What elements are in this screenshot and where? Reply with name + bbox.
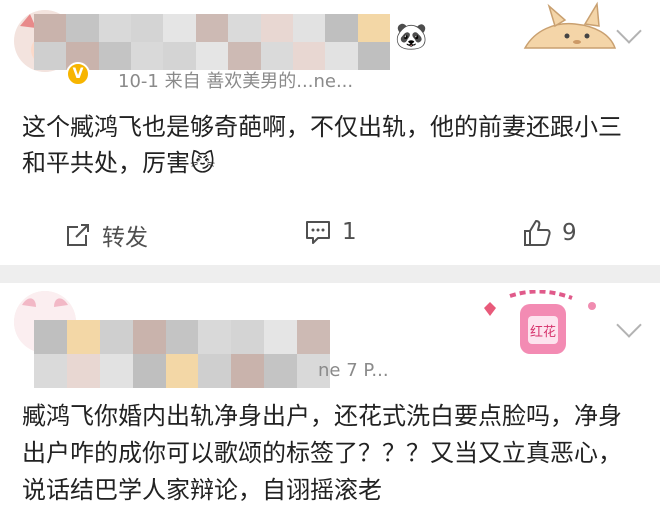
comment-count: 1	[342, 219, 357, 245]
mosaic-cell	[99, 354, 133, 388]
like-button[interactable]: 9	[522, 218, 577, 248]
mosaic-cell	[34, 354, 67, 388]
thumbs-up-icon	[524, 220, 551, 246]
repost-label: 转发	[102, 225, 148, 251]
mosaic-cell	[98, 14, 132, 42]
mosaic-cell	[34, 14, 67, 42]
mosaic-cell	[131, 42, 164, 70]
mosaic-cell	[198, 354, 232, 388]
mosaic-cell	[132, 320, 166, 354]
comment-icon	[306, 221, 330, 244]
mosaic-cell	[98, 42, 132, 70]
blurred-username	[34, 320, 330, 388]
mosaic-cell	[163, 42, 196, 70]
mosaic-cell	[66, 320, 100, 354]
card-separator	[0, 265, 660, 283]
like-count: 9	[562, 220, 577, 246]
red-envelope-sticker-icon: 红花	[484, 290, 596, 354]
panda-emoji-icon: 🐼	[395, 22, 428, 52]
mosaic-cell	[292, 14, 326, 42]
comment-meta: ne 7 P...	[318, 360, 389, 381]
mosaic-cell	[131, 14, 164, 42]
mosaic-cell	[228, 42, 261, 70]
mosaic-cell	[34, 42, 67, 70]
mosaic-cell	[228, 14, 261, 42]
mosaic-cell	[198, 320, 232, 354]
blurred-username	[34, 14, 390, 70]
sticker-text: 红花	[530, 324, 556, 340]
verified-badge-icon: V	[66, 62, 90, 86]
mosaic-cell	[264, 320, 298, 354]
comment-text: 这个臧鸿飞也是够奇葩啊，不仅出轨，他的前妻还跟小三和平共处，厉害😼	[22, 113, 622, 177]
mosaic-cell	[99, 320, 133, 354]
comment-card: V 🐼 10-1 来自 善欢美男的...ne... 这个臧鸿飞也是够奇葩啊，不仅…	[0, 0, 660, 265]
mosaic-cell	[325, 42, 358, 70]
cartoon-dog-sticker-icon	[523, 1, 617, 49]
mosaic-cell	[163, 14, 196, 42]
mosaic-cell	[292, 42, 326, 70]
comment-text: 臧鸿飞你婚内出轨净身出户，还花式洗白要点脸吗，净身出户咋的成你可以歌颂的标签了？…	[22, 402, 622, 504]
repost-button[interactable]: 转发	[64, 218, 148, 252]
mosaic-cell	[165, 354, 199, 388]
repost-icon	[67, 224, 89, 246]
mosaic-cell	[34, 320, 67, 354]
chevron-down-icon[interactable]	[616, 18, 642, 44]
mosaic-cell	[231, 354, 265, 388]
mosaic-cell	[357, 14, 390, 42]
mosaic-cell	[132, 354, 166, 388]
mosaic-cell	[264, 354, 298, 388]
mosaic-cell	[297, 320, 330, 354]
comment-meta: 10-1 来自 善欢美男的...ne...	[118, 71, 354, 92]
mosaic-cell	[260, 42, 293, 70]
comment-button[interactable]: 1	[304, 218, 357, 246]
mosaic-cell	[165, 320, 199, 354]
cat-emoji-icon: 😼	[190, 149, 216, 177]
mosaic-cell	[66, 354, 100, 388]
mosaic-cell	[195, 42, 229, 70]
mosaic-cell	[66, 14, 99, 42]
mosaic-cell	[195, 14, 229, 42]
mosaic-cell	[325, 14, 358, 42]
mosaic-cell	[260, 14, 293, 42]
mosaic-cell	[231, 320, 265, 354]
mosaic-cell	[357, 42, 390, 70]
